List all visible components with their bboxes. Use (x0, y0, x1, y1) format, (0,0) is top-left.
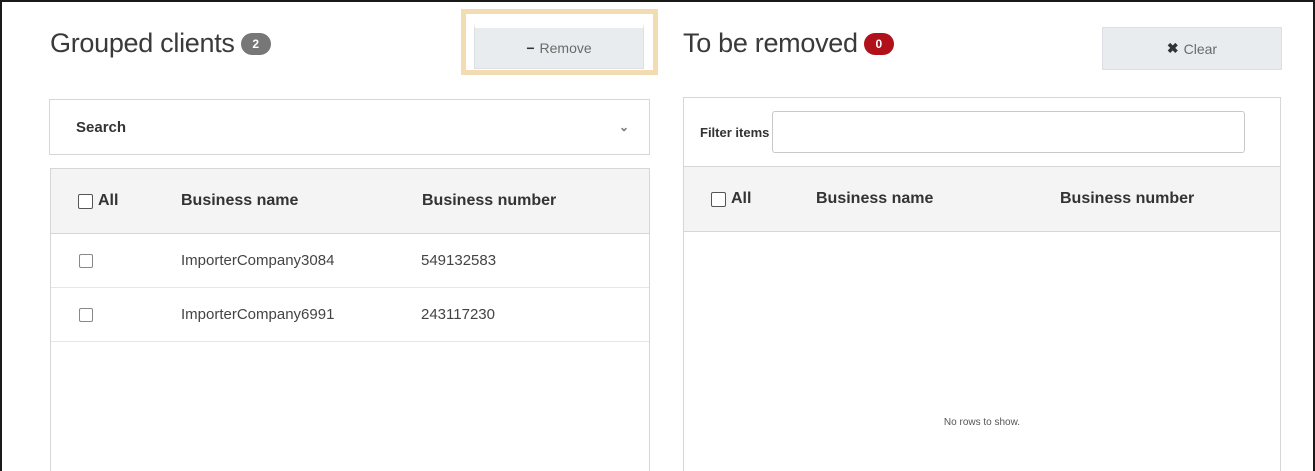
column-header-business-name[interactable]: Business name (788, 167, 1032, 231)
search-label: Search (76, 118, 127, 136)
grouped-clients-grid: All Business name Business number Import… (50, 168, 650, 471)
select-all-checkbox[interactable] (78, 193, 93, 209)
select-all-label: All (731, 190, 752, 207)
row-business-number: 549132583 (421, 252, 497, 269)
to-be-removed-title-text: To be removed (683, 28, 858, 58)
to-be-removed-title: To be removed 0 (683, 28, 894, 59)
row-business-name: ImporterCompany6991 (181, 306, 335, 323)
close-icon: ✖ (1166, 40, 1179, 56)
grouped-clients-title-text: Grouped clients (50, 28, 235, 58)
select-all-header[interactable]: All (51, 169, 145, 233)
table-row[interactable]: ImporterCompany6991 243117230 (51, 288, 649, 342)
empty-rows-message: No rows to show. (943, 417, 1021, 428)
filter-label: Filter items (700, 124, 770, 140)
row-checkbox[interactable] (79, 307, 93, 322)
remove-button-label: Remove (539, 40, 592, 56)
clear-button[interactable]: ✖ Clear (1102, 27, 1282, 70)
filter-bar: Filter items (683, 97, 1281, 166)
to-be-removed-count-badge: 0 (863, 32, 894, 55)
column-header-business-number[interactable]: Business number (399, 169, 556, 233)
select-all-checkbox[interactable] (711, 191, 726, 207)
search-dropdown[interactable]: Search ⌄ (49, 99, 650, 155)
select-all-label: All (98, 192, 119, 209)
minus-icon: − (526, 40, 535, 56)
clear-button-label: Clear (1183, 40, 1218, 57)
column-header-business-number[interactable]: Business number (1032, 167, 1194, 231)
grouped-clients-count-badge: 2 (240, 32, 271, 55)
chevron-down-icon: ⌄ (618, 120, 629, 134)
row-business-name: ImporterCompany3084 (181, 252, 335, 269)
grid-header: All Business name Business number (684, 167, 1280, 232)
table-row[interactable]: ImporterCompany3084 549132583 (51, 234, 649, 288)
grid-header: All Business name Business number (51, 169, 649, 234)
row-checkbox[interactable] (79, 253, 93, 268)
grouped-clients-title: Grouped clients 2 (50, 28, 271, 59)
to-be-removed-grid: All Business name Business number No row… (683, 166, 1281, 471)
column-header-business-name[interactable]: Business name (145, 169, 399, 233)
filter-input[interactable] (772, 111, 1246, 153)
remove-button[interactable]: − Remove (474, 24, 644, 69)
select-all-header[interactable]: All (684, 167, 788, 231)
row-business-number: 243117230 (421, 306, 495, 323)
